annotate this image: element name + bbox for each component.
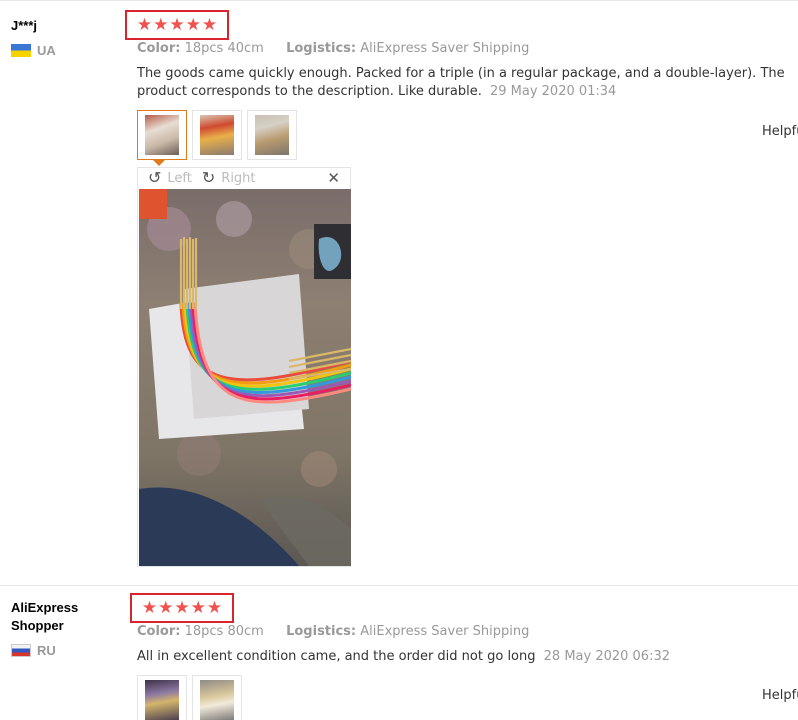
review-photo	[200, 680, 234, 720]
review-photo	[255, 115, 289, 155]
rotate-left-icon: ↺	[148, 168, 162, 187]
reviewer-info: J***j UA	[11, 17, 121, 58]
review-photo-thumbnail[interactable]	[247, 110, 297, 160]
active-thumbnail-caret	[153, 160, 165, 166]
helpful-link[interactable]: Helpful?	[762, 124, 798, 139]
color-value: 18pcs 80cm	[184, 624, 264, 639]
logistics-label: Logistics:	[286, 41, 357, 56]
review-photo	[200, 115, 234, 155]
logistics-value: AliExpress Saver Shipping	[360, 41, 530, 56]
star-icon: ★	[201, 14, 218, 35]
order-info: Color: 18pcs 80cm Logistics: AliExpress …	[137, 624, 529, 639]
star-icon: ★	[185, 14, 201, 35]
review-date: 28 May 2020 06:32	[543, 649, 671, 664]
review-photo-thumbnail[interactable]	[137, 675, 187, 720]
star-rating: ★ ★ ★ ★ ★	[125, 10, 229, 40]
logistics-label: Logistics:	[286, 624, 357, 639]
photo-viewer-toolbar: ↺ Left ↻ Right ✕	[138, 168, 350, 188]
color-label: Color:	[137, 624, 181, 639]
star-icon: ★	[136, 14, 153, 35]
star-icon: ★	[169, 14, 185, 35]
review-body: The goods came quickly enough. Packed fo…	[137, 65, 792, 101]
star-icon: ★	[158, 597, 174, 618]
review-photo	[145, 115, 179, 155]
review-item: J***j UA ★ ★ ★ ★ ★ Color: 18pcs 40cm Log…	[0, 0, 798, 585]
review-text: The goods came quickly enough. Packed fo…	[137, 66, 785, 99]
review-photo-thumbnail[interactable]	[137, 110, 187, 160]
color-value: 18pcs 40cm	[184, 41, 264, 56]
logistics-value: AliExpress Saver Shipping	[360, 624, 530, 639]
review-body: All in excellent condition came, and the…	[137, 648, 792, 666]
knitting-needles-photo	[139, 189, 351, 566]
ukraine-flag-icon	[11, 44, 31, 57]
review-item: AliExpress Shopper RU ★ ★ ★ ★ ★ Color: 1…	[0, 585, 798, 720]
review-text: All in excellent condition came, and the…	[137, 649, 536, 664]
review-photo-large	[139, 189, 351, 566]
country-code: RU	[37, 643, 56, 658]
rotate-right-icon: ↻	[201, 168, 216, 187]
close-icon[interactable]: ✕	[327, 169, 340, 187]
helpful-link[interactable]: Helpful?	[762, 688, 798, 703]
rotate-left-label: Left	[167, 170, 192, 186]
rotate-right-button[interactable]: ↻ Right	[202, 170, 256, 186]
review-photo-thumbnail[interactable]	[192, 110, 242, 160]
star-icon: ★	[174, 597, 190, 618]
reviewer-country: RU	[11, 643, 121, 658]
review-photo-thumbnail[interactable]	[192, 675, 242, 720]
reviewer-name: J***j	[11, 18, 38, 33]
rotate-left-button[interactable]: ↺ Left	[148, 170, 192, 186]
star-icon: ★	[206, 597, 223, 618]
star-icon: ★	[153, 14, 169, 35]
star-icon: ★	[141, 597, 158, 618]
russia-flag-icon	[11, 644, 31, 657]
review-photo	[145, 680, 179, 720]
reviewer-country: UA	[11, 43, 121, 58]
review-date: 29 May 2020 01:34	[489, 84, 617, 99]
star-icon: ★	[190, 597, 206, 618]
rotate-right-label: Right	[221, 170, 256, 186]
reviewer-info: AliExpress Shopper RU	[11, 599, 121, 658]
color-label: Color:	[137, 41, 181, 56]
order-info: Color: 18pcs 40cm Logistics: AliExpress …	[137, 41, 529, 56]
reviewer-name: AliExpress Shopper	[11, 600, 79, 633]
star-rating: ★ ★ ★ ★ ★	[130, 593, 234, 623]
photo-viewer: ↺ Left ↻ Right ✕	[137, 167, 351, 567]
country-code: UA	[37, 43, 56, 58]
